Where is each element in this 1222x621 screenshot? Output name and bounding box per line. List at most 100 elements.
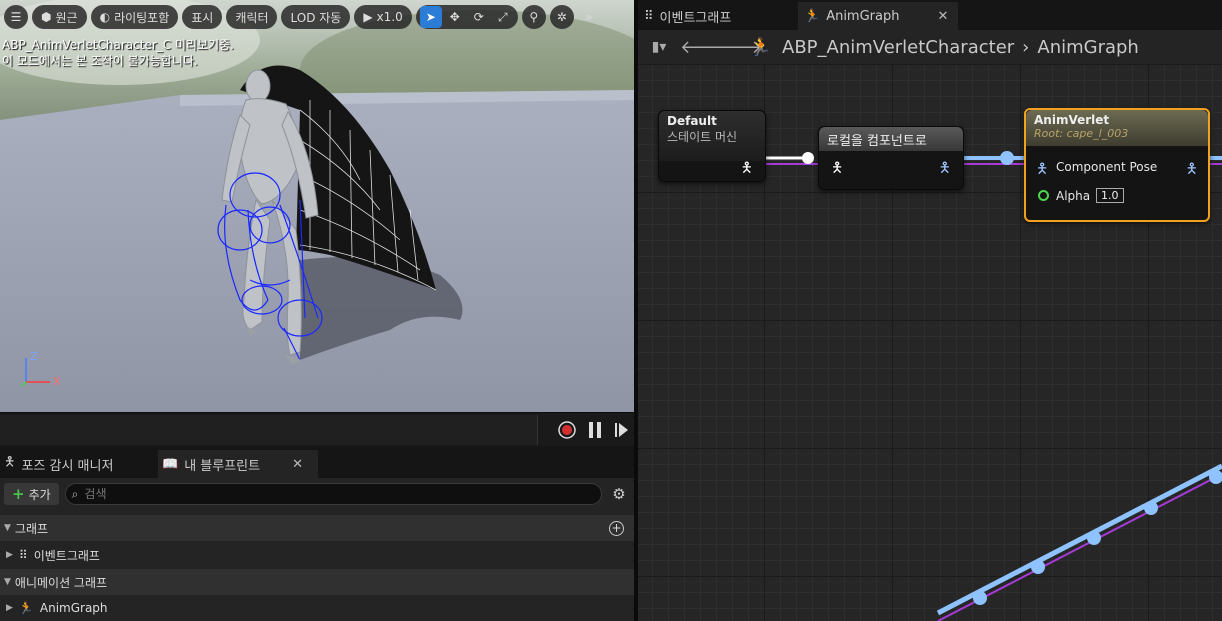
viewport-message-line1: ABP_AnimVerletCharacter_C 미리보기중. bbox=[2, 38, 234, 52]
toolbar-overflow-button[interactable]: » bbox=[578, 6, 600, 28]
bone-tool-button[interactable]: ⚲ bbox=[521, 5, 546, 29]
add-graph-icon[interactable]: + bbox=[609, 520, 624, 536]
pause-button[interactable] bbox=[584, 419, 606, 441]
wire-knot[interactable] bbox=[1031, 560, 1045, 574]
lod-button[interactable]: LOD 자동 bbox=[281, 5, 351, 29]
node-subtitle: 스테이트 머신 bbox=[667, 130, 738, 144]
running-person-icon: 🏃 bbox=[804, 8, 821, 24]
my-blueprint-toolbar: + 추가 ⌕ ⚙ bbox=[0, 478, 634, 510]
settings-button[interactable]: ⚙ bbox=[608, 483, 630, 505]
wire-knot[interactable] bbox=[1144, 501, 1158, 515]
event-graph-icon: ⠿ bbox=[18, 548, 28, 562]
anim-graph-canvas[interactable]: Default 스테이트 머신 🯅 로컬을 컴포넌트로 🯅 🯅 AnimVerl… bbox=[638, 64, 1222, 621]
scale-tool[interactable]: ⤢ bbox=[492, 6, 514, 28]
book-icon: 📖 bbox=[162, 456, 179, 472]
close-icon[interactable]: ✕ bbox=[292, 457, 303, 472]
search-box: ⌕ bbox=[64, 483, 602, 505]
list-item-event-graph[interactable]: ▶ ⠿ 이벤트그래프 bbox=[0, 542, 634, 568]
tab-pose-watch-manager[interactable]: 🯅 포즈 감시 매니저 bbox=[0, 450, 158, 478]
move-icon: ✥ bbox=[449, 10, 460, 24]
forward-arrow-icon[interactable]: 🡒 bbox=[714, 37, 762, 58]
select-tool[interactable]: ➤ bbox=[419, 6, 442, 28]
chevron-down-icon: ▼ bbox=[4, 577, 11, 587]
play-icon: ▶ bbox=[363, 10, 373, 24]
tab-anim-graph[interactable]: 🏃 AnimGraph ✕ bbox=[798, 2, 958, 30]
graph-navigation-bar: ▮▾ 🡐 🡒 🏃 ABP_AnimVerletCharacter › AnimG… bbox=[638, 30, 1222, 64]
cursor-arrow-icon: ➤ bbox=[425, 10, 436, 24]
node-subtitle: Root: cape_l_003 bbox=[1034, 127, 1129, 140]
lower-tab-bar: 🯅 포즈 감시 매니저 📖 내 블루프린트 ✕ bbox=[0, 450, 634, 478]
timeline-scrubber[interactable] bbox=[0, 415, 538, 445]
event-graph-icon: ⠿ bbox=[644, 8, 654, 24]
chevron-right-icon: ▶ bbox=[6, 603, 13, 613]
perspective-button[interactable]: ⬢ 원근 bbox=[32, 5, 87, 29]
pose-person-icon: 🯅 bbox=[4, 455, 16, 470]
graph-tab-bar: ⠿ 이벤트그래프 🏃 AnimGraph ✕ bbox=[638, 0, 1222, 30]
breadcrumb-blueprint[interactable]: ABP_AnimVerletCharacter bbox=[782, 37, 1014, 58]
anim-blueprint-editor: ☰ ⬢ 원근 ◐ 라이팅포함 표시 캐릭터 LOD 자동 ▶ x1.0 ➤ ✥ … bbox=[0, 0, 1222, 621]
timeline-bar bbox=[0, 412, 634, 446]
sphere-icon: ◐ bbox=[99, 10, 111, 24]
wire-knot[interactable] bbox=[973, 591, 987, 605]
preview-viewport[interactable]: ☰ ⬢ 원근 ◐ 라이팅포함 표시 캐릭터 LOD 자동 ▶ x1.0 ➤ ✥ … bbox=[0, 0, 634, 412]
viewport-settings-button[interactable]: ✲ bbox=[549, 5, 574, 29]
breadcrumb-separator: › bbox=[1022, 36, 1030, 58]
local-to-component-node-header: 로컬을 컴포넌트로 bbox=[819, 127, 963, 151]
anim-verlet-node[interactable]: AnimVerlet Root: cape_l_003 🯅 Component … bbox=[1024, 108, 1210, 222]
close-icon[interactable]: ✕ bbox=[937, 9, 948, 24]
list-item-anim-graph[interactable]: ▶ 🏃 AnimGraph bbox=[0, 595, 634, 621]
component-pose-input-pin-icon[interactable]: 🯅 bbox=[1036, 158, 1048, 182]
pose-output-pin-icon[interactable]: 🯅 bbox=[741, 157, 753, 181]
running-person-icon: 🏃 bbox=[18, 601, 34, 615]
viewport-menu-button[interactable]: ☰ bbox=[4, 5, 28, 29]
node-title: Default bbox=[667, 114, 717, 128]
back-arrow-icon[interactable]: 🡐 bbox=[680, 37, 728, 58]
search-input[interactable] bbox=[84, 487, 595, 501]
wire-knot[interactable] bbox=[1087, 531, 1101, 545]
pause-icon bbox=[589, 422, 601, 438]
add-button[interactable]: + 추가 bbox=[4, 483, 59, 505]
my-blueprint-panel: + 추가 ⌕ ⚙ ▼ 그래프 + ▶ ⠿ 이벤트그래프 ▼ 애니메이션 그래프 bbox=[0, 478, 634, 621]
tab-my-blueprint[interactable]: 📖 내 블루프린트 ✕ bbox=[158, 450, 318, 478]
translate-tool[interactable]: ✥ bbox=[444, 6, 466, 28]
state-machine-node[interactable]: Default 스테이트 머신 🯅 bbox=[658, 110, 766, 182]
component-pose-label: Component Pose bbox=[1056, 160, 1158, 174]
character-button[interactable]: 캐릭터 bbox=[226, 5, 278, 29]
local-to-component-node[interactable]: 로컬을 컴포넌트로 🯅 🯅 bbox=[818, 126, 964, 190]
step-forward-icon bbox=[615, 423, 628, 437]
pose-output-pin-icon[interactable]: 🯅 bbox=[1186, 158, 1198, 182]
alpha-pin-icon[interactable] bbox=[1038, 190, 1049, 201]
wire-knot[interactable] bbox=[1000, 151, 1014, 165]
chevron-down-icon: ▼ bbox=[4, 523, 11, 533]
record-button[interactable] bbox=[556, 419, 578, 441]
axis-gizmo: Z X bbox=[14, 348, 74, 392]
rotate-icon: ⟳ bbox=[473, 10, 484, 24]
viewport-message: ABP_AnimVerletCharacter_C 미리보기중. 이 모드에서는… bbox=[2, 37, 234, 69]
playback-speed-button[interactable]: ▶ x1.0 bbox=[354, 5, 412, 29]
transform-tools: ➤ ✥ ⟳ ⤢ bbox=[415, 5, 518, 29]
tab-event-graph[interactable]: ⠿ 이벤트그래프 bbox=[638, 2, 796, 30]
lighting-button[interactable]: ◐ 라이팅포함 bbox=[90, 5, 179, 29]
pose-output-pin-icon[interactable]: 🯅 bbox=[939, 157, 951, 181]
anim-graphs-section-header[interactable]: ▼ 애니메이션 그래프 bbox=[0, 569, 634, 595]
record-icon bbox=[558, 421, 576, 439]
show-button[interactable]: 표시 bbox=[182, 5, 223, 29]
rotate-tool[interactable]: ⟳ bbox=[468, 6, 490, 28]
step-forward-button[interactable] bbox=[610, 419, 632, 441]
pose-input-pin-icon[interactable]: 🯅 bbox=[831, 157, 843, 181]
wire-knot[interactable] bbox=[802, 152, 814, 164]
axis-gizmo-icon bbox=[21, 358, 50, 387]
breadcrumb-graph[interactable]: AnimGraph bbox=[1037, 37, 1138, 58]
running-person-icon: 🏃 bbox=[749, 36, 773, 58]
viewport-message-line2: 이 모드에서는 본 조작이 불가능합니다. bbox=[2, 54, 198, 68]
graphs-section-header[interactable]: ▼ 그래프 + bbox=[0, 515, 634, 541]
bookmark-icon[interactable]: ▮▾ bbox=[646, 39, 672, 55]
alpha-value-input[interactable]: 1.0 bbox=[1096, 188, 1124, 203]
viewport-toolbar: ☰ ⬢ 원근 ◐ 라이팅포함 표시 캐릭터 LOD 자동 ▶ x1.0 ➤ ✥ … bbox=[0, 0, 634, 34]
double-chevron-right-icon: » bbox=[585, 10, 593, 24]
plus-icon: + bbox=[12, 485, 25, 503]
settings-icon: ✲ bbox=[556, 10, 567, 24]
node-title: 로컬을 컴포넌트로 bbox=[827, 134, 927, 149]
search-icon: ⌕ bbox=[71, 486, 79, 501]
hamburger-icon: ☰ bbox=[10, 10, 22, 24]
